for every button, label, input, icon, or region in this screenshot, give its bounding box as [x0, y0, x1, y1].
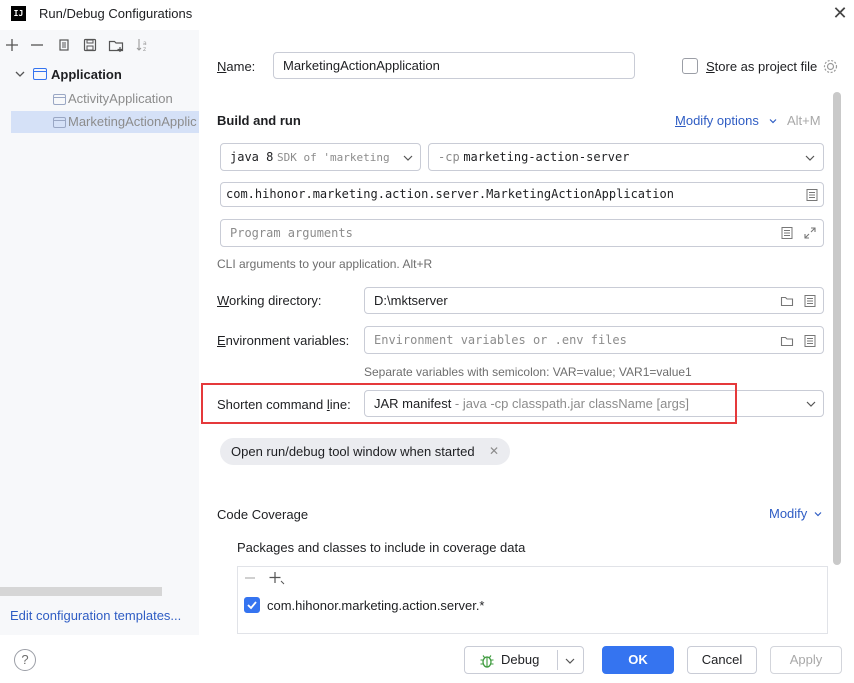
- open-tool-window-chip[interactable]: Open run/debug tool window when started …: [220, 438, 510, 465]
- browse-list-icon[interactable]: [805, 188, 819, 202]
- cli-arguments-hint: CLI arguments to your application. Alt+R: [217, 257, 433, 271]
- name-field[interactable]: MarketingActionApplication: [273, 52, 635, 79]
- coverage-packages-label: Packages and classes to include in cover…: [237, 540, 526, 555]
- coverage-modify-link[interactable]: Modify: [769, 506, 807, 521]
- chevron-down-icon[interactable]: [565, 656, 575, 666]
- remove-chip-icon[interactable]: ✕: [489, 438, 499, 465]
- main-class-field[interactable]: com.hihonor.marketing.action.server.Mark…: [220, 182, 824, 207]
- jdk-select[interactable]: java 8 SDK of 'marketing: [220, 143, 421, 171]
- bug-icon: [480, 655, 494, 668]
- chevron-down-icon: [805, 155, 815, 161]
- chevron-down-icon: [806, 401, 816, 407]
- browse-list-icon[interactable]: [803, 334, 817, 348]
- tree-item-activity-application[interactable]: ActivityApplication: [68, 88, 173, 110]
- application-config-icon: [53, 117, 66, 128]
- name-value: MarketingActionApplication: [283, 58, 440, 73]
- new-folder-icon[interactable]: [107, 36, 125, 54]
- save-icon[interactable]: [81, 36, 99, 54]
- environment-variables-label: Environment variables:: [217, 333, 350, 348]
- close-icon[interactable]: ✕: [830, 3, 850, 23]
- vertical-scrollbar[interactable]: [833, 92, 841, 565]
- program-arguments-field[interactable]: Program arguments: [220, 219, 824, 247]
- chevron-down-icon[interactable]: [813, 509, 823, 519]
- store-as-project-file-label[interactable]: Store as project file: [706, 59, 817, 74]
- add-icon[interactable]: [3, 36, 21, 54]
- working-directory-field[interactable]: D:\mktserver: [364, 287, 824, 314]
- environment-variables-field[interactable]: Environment variables or .env files: [364, 326, 824, 354]
- open-tool-window-label: Open run/debug tool window when started: [231, 444, 475, 459]
- window-title: Run/Debug Configurations: [39, 6, 193, 21]
- svg-text:z: z: [143, 46, 146, 53]
- tree-item-marketing-action-application[interactable]: MarketingActionApplic: [68, 111, 199, 133]
- modify-options-shortcut: Alt+M: [787, 113, 821, 128]
- folder-icon[interactable]: [780, 334, 794, 348]
- code-coverage-heading: Code Coverage: [217, 507, 309, 522]
- checkmark-icon: [247, 601, 257, 610]
- gear-icon[interactable]: [823, 59, 838, 74]
- modify-options-link[interactable]: Modify options: [675, 113, 759, 128]
- store-as-project-file-checkbox[interactable]: [682, 58, 698, 74]
- application-icon: [33, 68, 47, 80]
- title-bar: IJ Run/Debug Configurations ✕: [0, 0, 854, 28]
- main-class-value: com.hihonor.marketing.action.server.Mark…: [226, 187, 674, 201]
- remove-icon[interactable]: [28, 36, 46, 54]
- browse-list-icon[interactable]: [803, 294, 817, 308]
- sort-icon[interactable]: az: [134, 36, 152, 54]
- name-label: Name:: [217, 59, 256, 74]
- chevron-down-icon: [403, 155, 413, 161]
- application-config-icon: [53, 94, 66, 105]
- classpath-module-select[interactable]: -cp marketing-action-server: [428, 143, 824, 171]
- browse-list-icon[interactable]: [780, 226, 794, 240]
- chevron-down-icon[interactable]: [768, 116, 778, 126]
- remove-icon[interactable]: [243, 571, 257, 585]
- module-value: -cp marketing-action-server: [438, 150, 630, 164]
- folder-icon[interactable]: [780, 294, 794, 308]
- coverage-entry-checkbox[interactable]: [244, 597, 260, 613]
- working-directory-label: Working directory:: [217, 293, 322, 308]
- edit-configuration-templates-link[interactable]: Edit configuration templates...: [10, 608, 181, 623]
- ok-button[interactable]: OK: [602, 646, 674, 674]
- coverage-entry-label: com.hihonor.marketing.action.server.*: [267, 598, 485, 613]
- build-and-run-heading: Build and run: [217, 113, 301, 128]
- intellij-logo-icon: IJ: [11, 6, 26, 21]
- expand-icon[interactable]: [803, 226, 817, 240]
- environment-variables-placeholder: Environment variables or .env files: [374, 333, 627, 347]
- working-directory-value: D:\mktserver: [374, 293, 448, 308]
- copy-icon[interactable]: [55, 36, 73, 54]
- add-icon[interactable]: [268, 570, 286, 586]
- program-arguments-placeholder: Program arguments: [230, 226, 353, 240]
- environment-variables-hint: Separate variables with semicolon: VAR=v…: [364, 365, 692, 379]
- split-divider: [557, 650, 558, 670]
- annotation-highlight-box: [201, 383, 737, 424]
- chevron-down-icon[interactable]: [14, 68, 26, 80]
- tree-group-application[interactable]: Application: [51, 64, 122, 86]
- apply-button[interactable]: Apply: [770, 646, 842, 674]
- jdk-value: java 8 SDK of 'marketing: [230, 150, 390, 164]
- horizontal-scrollbar[interactable]: [0, 587, 162, 596]
- debug-label: Debug: [501, 652, 540, 667]
- cancel-button[interactable]: Cancel: [687, 646, 757, 674]
- debug-button[interactable]: Debug: [464, 646, 584, 674]
- help-button[interactable]: ?: [14, 649, 36, 671]
